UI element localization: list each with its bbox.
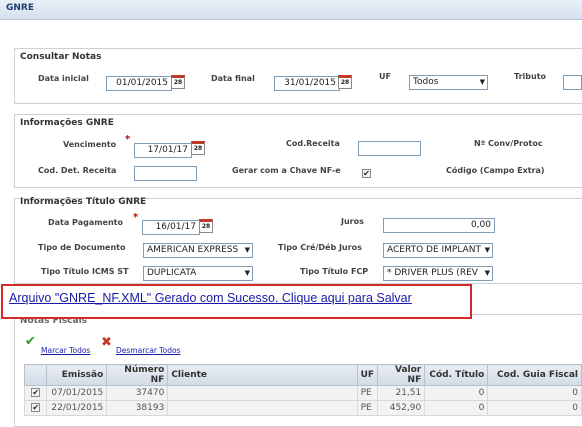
gerar-chave-checkbox[interactable]: ✔ bbox=[362, 169, 371, 178]
column-header-emissao[interactable]: Emissão bbox=[46, 364, 108, 386]
codigo-extra-label: Código (Campo Extra) bbox=[446, 166, 545, 175]
cell-cod-titulo: 0 bbox=[424, 385, 489, 401]
cell-numero-nf: 38193 bbox=[106, 400, 169, 416]
cell-uf: PE bbox=[356, 385, 379, 401]
vencimento-input[interactable]: 17/01/17 bbox=[134, 143, 192, 158]
row-checkbox-cell[interactable]: ✔ bbox=[23, 400, 48, 416]
cell-cod-titulo: 0 bbox=[424, 400, 489, 416]
column-header-numero-nf[interactable]: Número NF bbox=[106, 364, 169, 386]
cod-receita-label: Cod.Receita bbox=[286, 139, 340, 148]
tipo-cre-deb-select[interactable]: ACERTO DE IMPLANT ▼ bbox=[383, 243, 493, 258]
column-header-cliente[interactable]: Cliente bbox=[167, 364, 358, 386]
chevron-down-icon: ▼ bbox=[479, 78, 485, 86]
uf-select[interactable]: Todos ▼ bbox=[409, 75, 488, 90]
cell-cod-guia-fiscal: 0 bbox=[487, 400, 582, 416]
tipo-titulo-icms-value: DUPLICATA bbox=[147, 268, 197, 278]
cell-valor-nf: 452,90 bbox=[377, 400, 426, 416]
conv-protoc-label: Nº Conv/Protoc bbox=[474, 139, 543, 148]
tributo-label: Tributo bbox=[514, 72, 547, 81]
cell-emissao: 07/01/2015 bbox=[46, 385, 108, 401]
data-pagamento-input[interactable]: 16/01/17 bbox=[142, 220, 200, 235]
cell-cliente bbox=[167, 400, 358, 416]
cell-cod-guia-fiscal: 0 bbox=[487, 385, 582, 401]
check-icon[interactable]: ✔ bbox=[25, 334, 36, 349]
chevron-down-icon: ▼ bbox=[244, 246, 250, 254]
column-header-uf[interactable]: UF bbox=[356, 364, 379, 386]
chevron-down-icon: ▼ bbox=[484, 269, 490, 277]
uf-select-value: Todos bbox=[413, 77, 439, 87]
uf-label: UF bbox=[379, 72, 391, 81]
cell-valor-nf: 21,51 bbox=[377, 385, 426, 401]
consultar-notas-title: Consultar Notas bbox=[20, 52, 102, 62]
row-checkbox[interactable]: ✔ bbox=[31, 403, 41, 412]
cod-det-receita-input[interactable] bbox=[134, 166, 197, 181]
tipo-titulo-fcp-select[interactable]: * DRIVER PLUS (REV ▼ bbox=[383, 266, 493, 281]
vencimento-label: Vencimento bbox=[63, 140, 117, 149]
column-header-cod-guia-fiscal[interactable]: Cod. Guia Fiscal bbox=[487, 364, 582, 386]
informacoes-titulo-title: Informações Título GNRE bbox=[20, 197, 147, 207]
table-row[interactable]: ✔ 22/01/2015 38193 PE 452,90 0 0 bbox=[23, 400, 582, 416]
informacoes-gnre-title: Informações GNRE bbox=[20, 118, 114, 128]
window-title-bar: GNRE bbox=[0, 0, 582, 20]
tipo-titulo-fcp-label: Tipo Título FCP bbox=[300, 267, 369, 276]
table-row[interactable]: ✔ 07/01/2015 37470 PE 21,51 0 0 bbox=[23, 385, 582, 401]
required-marker: * bbox=[125, 134, 131, 145]
select-column-header bbox=[23, 364, 48, 386]
tipo-titulo-fcp-value: * DRIVER PLUS (REV bbox=[387, 268, 478, 278]
tipo-documento-label: Tipo de Documento bbox=[38, 243, 126, 252]
calendar-icon[interactable]: 28 bbox=[191, 141, 205, 155]
notas-fiscais-table: Emissão Número NF Cliente UF Valor NF Có… bbox=[23, 364, 582, 416]
gerar-chave-label: Gerar com a Chave NF-e bbox=[232, 166, 341, 175]
tipo-documento-select[interactable]: AMERICAN EXPRESS ▼ bbox=[143, 243, 253, 258]
data-pagamento-label: Data Pagamento bbox=[48, 218, 123, 227]
save-file-link[interactable]: Arquivo "GNRE_NF.XML" Gerado com Sucesso… bbox=[9, 291, 412, 305]
calendar-icon[interactable]: 28 bbox=[199, 219, 213, 233]
row-checkbox-cell[interactable]: ✔ bbox=[23, 385, 48, 401]
marcar-todos-link[interactable]: Marcar Todos bbox=[41, 346, 90, 355]
juros-label: Juros bbox=[341, 217, 364, 226]
tributo-input[interactable] bbox=[563, 75, 582, 90]
column-header-valor-nf[interactable]: Valor NF bbox=[377, 364, 426, 386]
cell-cliente bbox=[167, 385, 358, 401]
success-alert: Arquivo "GNRE_NF.XML" Gerado com Sucesso… bbox=[1, 284, 472, 319]
tipo-cre-deb-label: Tipo Cré/Déb Juros bbox=[278, 243, 362, 252]
required-marker: * bbox=[133, 212, 139, 223]
tipo-titulo-icms-select[interactable]: DUPLICATA ▼ bbox=[143, 266, 253, 281]
juros-input[interactable]: 0,00 bbox=[383, 218, 495, 233]
column-header-cod-titulo[interactable]: Cód. Título bbox=[424, 364, 489, 386]
calendar-icon[interactable]: 28 bbox=[171, 75, 185, 89]
tipo-titulo-icms-label: Tipo Título ICMS ST bbox=[41, 267, 129, 276]
chevron-down-icon: ▼ bbox=[244, 269, 250, 277]
chevron-down-icon: ▼ bbox=[484, 246, 490, 254]
close-icon[interactable]: ✖ bbox=[101, 335, 112, 350]
cell-numero-nf: 37470 bbox=[106, 385, 169, 401]
calendar-icon[interactable]: 28 bbox=[338, 75, 352, 89]
data-final-label: Data final bbox=[211, 74, 255, 83]
data-inicial-label: Data inicial bbox=[38, 74, 89, 83]
row-checkbox[interactable]: ✔ bbox=[31, 388, 41, 397]
cell-emissao: 22/01/2015 bbox=[46, 400, 108, 416]
data-inicial-input[interactable]: 01/01/2015 bbox=[106, 76, 172, 91]
cell-uf: PE bbox=[356, 400, 379, 416]
cod-det-receita-label: Cod. Det. Receita bbox=[38, 166, 117, 175]
table-header-row: Emissão Número NF Cliente UF Valor NF Có… bbox=[23, 364, 582, 386]
data-final-input[interactable]: 31/01/2015 bbox=[274, 76, 340, 91]
tipo-cre-deb-value: ACERTO DE IMPLANT bbox=[387, 245, 481, 255]
cod-receita-input[interactable] bbox=[358, 141, 421, 156]
desmarcar-todos-link[interactable]: Desmarcar Todos bbox=[116, 346, 180, 355]
window-title: GNRE bbox=[6, 3, 34, 13]
tipo-documento-value: AMERICAN EXPRESS bbox=[147, 245, 239, 255]
